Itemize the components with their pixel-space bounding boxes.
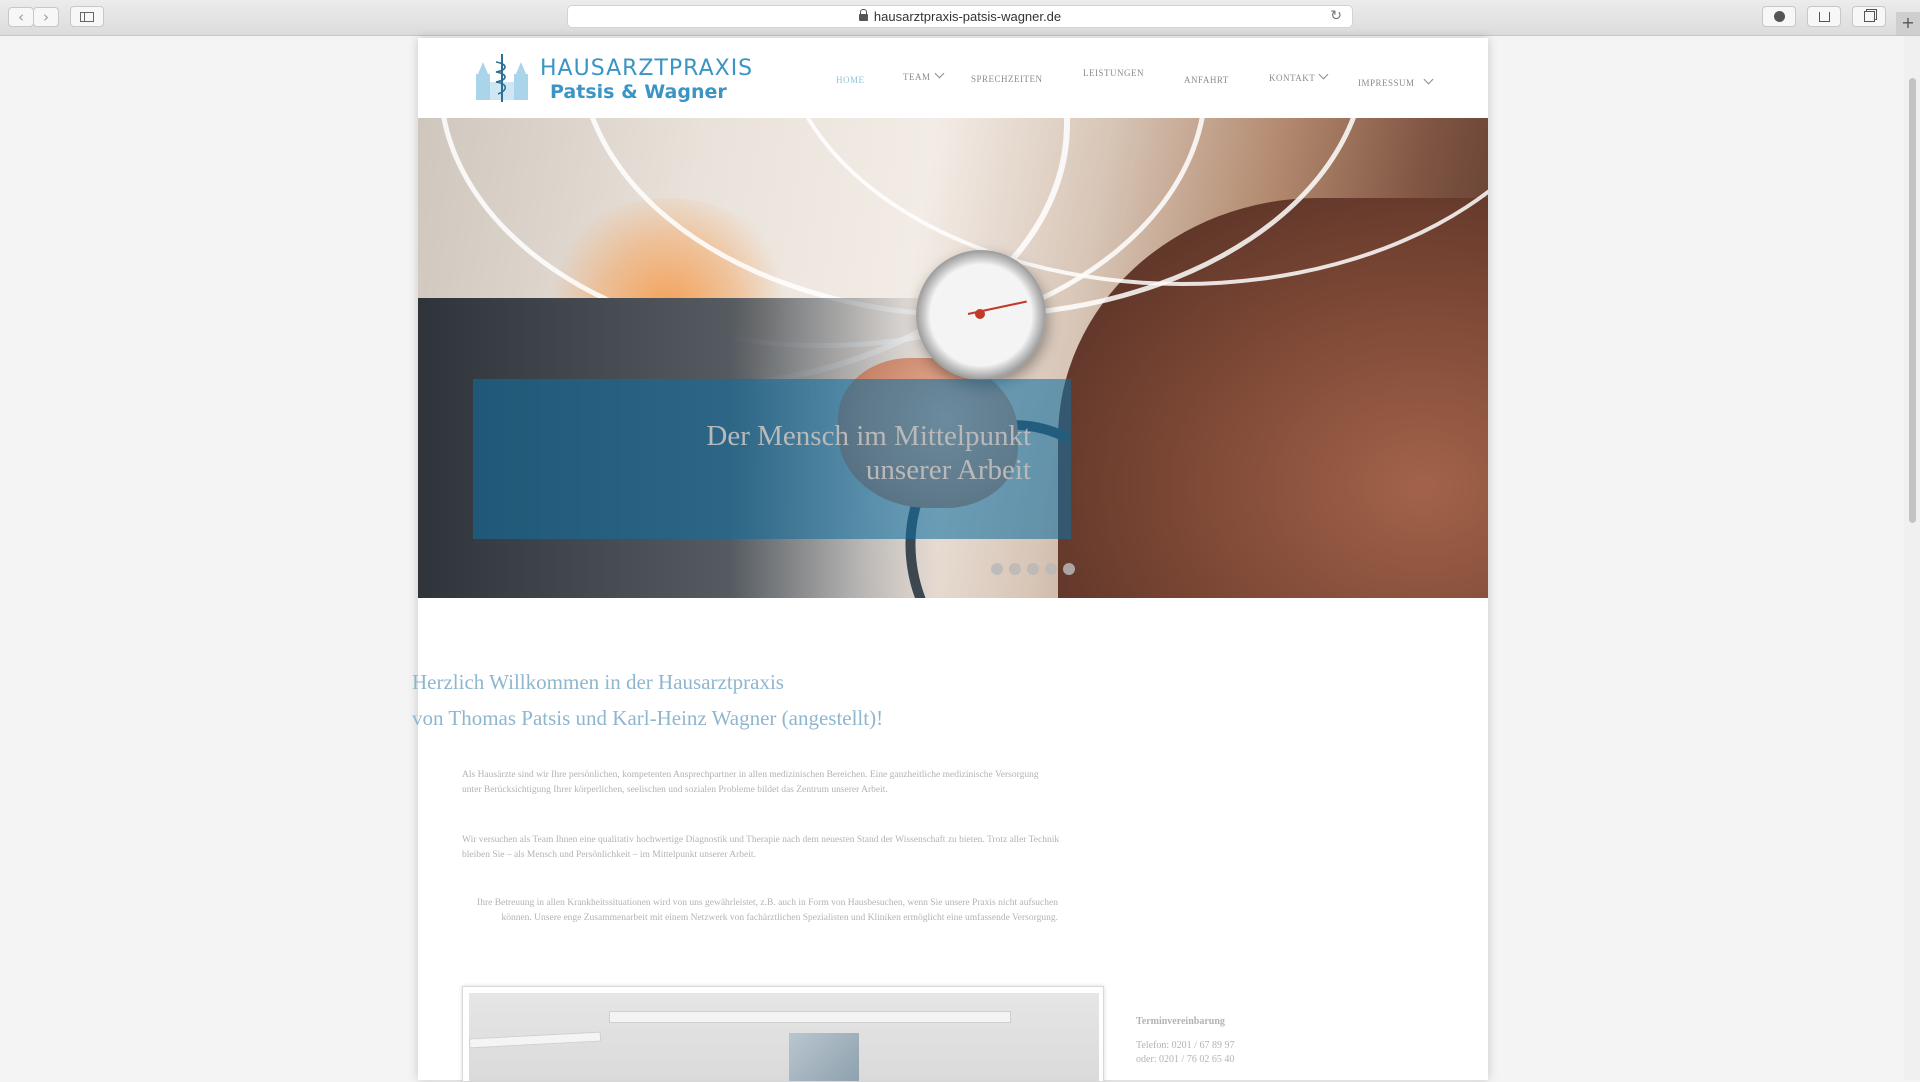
share-button[interactable] (1807, 6, 1841, 27)
welcome-line1: Herzlich Willkommen in der Hausarztpraxi… (412, 670, 784, 694)
slider-dot[interactable] (991, 563, 1003, 575)
intro-paragraph-1: Als Hausärzte sind wir Ihre persönlichen… (462, 770, 1039, 795)
slider-dot[interactable] (1063, 563, 1075, 575)
nav-home[interactable]: HOME (836, 75, 865, 85)
reload-icon[interactable]: ↻ (1330, 6, 1342, 27)
sidebar-toggle-button[interactable] (70, 6, 104, 27)
intro-paragraph-3: Ihre Betreuung in allen Krankheitssituat… (477, 898, 1058, 923)
nav-impressum-label: IMPRESSUM (1358, 78, 1415, 88)
download-icon (1773, 11, 1785, 22)
share-icon (1818, 12, 1830, 22)
welcome-line2: von Thomas Patsis und Karl-Heinz Wagner … (412, 706, 884, 730)
chevron-left-icon: ‹ (18, 8, 24, 26)
chevron-down-icon (934, 68, 944, 79)
slider-dot[interactable] (1009, 563, 1021, 575)
tabs-overview-button[interactable] (1852, 6, 1886, 27)
tabs-icon (1863, 11, 1875, 22)
chevron-down-icon (1318, 69, 1329, 80)
browser-toolbar: ‹ › hausarztpraxis-patsis-wagner.de ↻ + (0, 0, 1920, 36)
slider-dot[interactable] (1027, 563, 1039, 575)
back-button[interactable]: ‹ (8, 7, 34, 27)
page-scrollbar[interactable] (1904, 36, 1920, 1080)
lock-icon (858, 9, 868, 21)
forward-button[interactable]: › (33, 7, 59, 27)
appointment-phone[interactable]: Telefon: 0201 / 67 89 97 (1136, 1040, 1234, 1051)
new-tab-button[interactable]: + (1896, 12, 1920, 35)
appointment-title: Terminvereinbarung (1136, 1016, 1225, 1027)
chevron-right-icon: › (43, 8, 49, 26)
hero-caption-line2: unserer Arbeit (865, 454, 1031, 486)
practice-photo (462, 986, 1104, 1082)
web-page: HAUSARZTPRAXIS Patsis & Wagner HOME TEAM… (412, 38, 1488, 1082)
slider-dot[interactable] (1045, 563, 1057, 575)
nav-team[interactable]: TEAM (903, 68, 944, 82)
intro-paragraph-2: Wir versuchen als Team Ihnen eine qualit… (462, 835, 1060, 860)
downloads-button[interactable] (1762, 6, 1796, 27)
nav-kontakt-label: KONTAKT (1269, 73, 1316, 83)
nav-leistungen[interactable]: LEISTUNGEN (1083, 68, 1144, 78)
sidebar-icon (80, 12, 94, 22)
hero-caption-line1: Der Mensch im Mittelpunkt (706, 420, 1031, 452)
main-navigation: HOME TEAM SPRECHZEITEN LEISTUNGEN ANFAHR… (418, 38, 1488, 118)
hero-caption-box: Der Mensch im Mittelpunkt unserer Arbeit (473, 379, 1071, 539)
nav-kontakt[interactable]: KONTAKT (1269, 69, 1329, 83)
hero-caption: Der Mensch im Mittelpunkt unserer Arbeit (706, 419, 1031, 487)
chevron-down-icon (1423, 74, 1433, 85)
address-bar[interactable]: hausarztpraxis-patsis-wagner.de ↻ (567, 5, 1353, 28)
nav-impressum[interactable]: IMPRESSUM (1358, 74, 1433, 88)
slider-pagination (991, 562, 1081, 580)
welcome-heading: Herzlich Willkommen in der Hausarztpraxi… (412, 664, 883, 736)
nav-anfahrt[interactable]: ANFAHRT (1184, 75, 1229, 85)
appointment-alt-phone[interactable]: oder: 0201 / 76 02 65 40 (1136, 1054, 1234, 1065)
scroll-thumb[interactable] (1909, 78, 1916, 523)
nav-sprechzeiten[interactable]: SPRECHZEITEN (971, 74, 1043, 84)
hero-slider[interactable]: Der Mensch im Mittelpunkt unserer Arbeit (418, 118, 1488, 598)
nav-team-label: TEAM (903, 72, 931, 82)
url-text: hausarztpraxis-patsis-wagner.de (873, 9, 1062, 24)
blood-pressure-gauge-icon (916, 250, 1046, 380)
